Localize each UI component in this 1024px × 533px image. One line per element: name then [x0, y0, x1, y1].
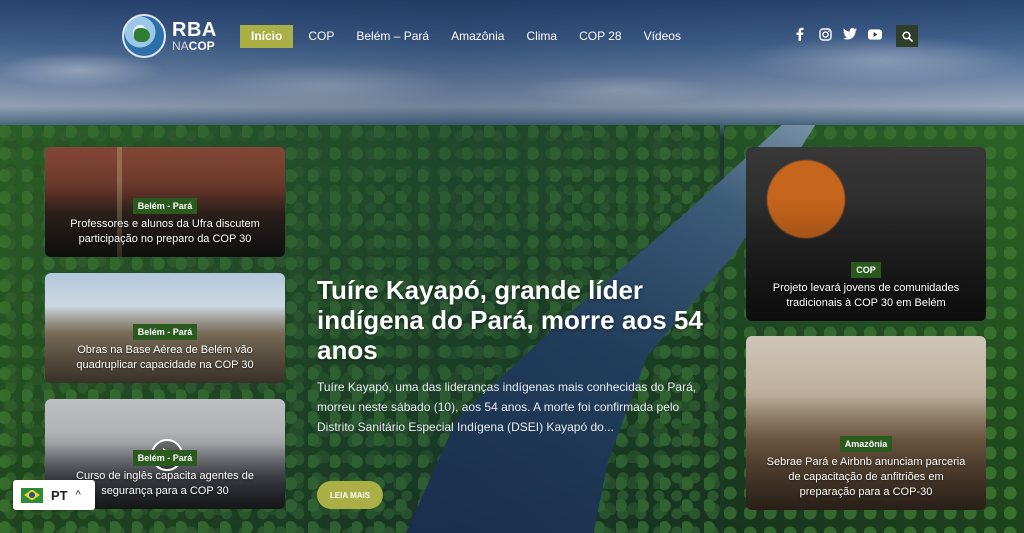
card-title[interactable]: Obras na Base Aérea de Belém vão quadrup… — [59, 343, 271, 373]
logo-name: RBA — [172, 19, 217, 41]
news-card-sebrae-airbnb[interactable]: Amazônia Sebrae Pará e Airbnb anunciam p… — [746, 336, 986, 510]
category-tag[interactable]: COP — [851, 262, 881, 278]
news-card-base-aerea[interactable]: Belém - Pará Obras na Base Aérea de Belé… — [45, 273, 285, 383]
read-more-button[interactable]: LEIA MAIS — [317, 481, 383, 509]
search-button[interactable] — [896, 25, 918, 47]
brazil-flag-icon — [21, 487, 43, 503]
card-content: Amazônia Sebrae Pará e Airbnb anunciam p… — [746, 434, 986, 500]
featured-excerpt: Tuíre Kayapó, uma das lideranças indígen… — [317, 380, 697, 434]
globe-logo-icon — [122, 14, 166, 58]
language-switcher[interactable]: PT ^ — [13, 480, 95, 510]
card-title[interactable]: Sebrae Pará e Airbnb anunciam parceria d… — [760, 455, 972, 500]
twitter-icon[interactable] — [843, 27, 857, 41]
site-logo[interactable]: RBA NACOP — [122, 14, 222, 58]
social-links — [793, 27, 882, 41]
language-code: PT — [51, 487, 68, 503]
card-title[interactable]: Projeto levará jovens de comunidades tra… — [760, 281, 972, 311]
nav-item-videos[interactable]: Vídeos — [633, 25, 692, 48]
category-tag[interactable]: Belém - Pará — [132, 324, 198, 340]
nav-item-belem-para[interactable]: Belém – Pará — [345, 25, 440, 48]
caret-up-icon: ^ — [75, 489, 81, 501]
featured-title[interactable]: Tuíre Kayapó, grande líder indígena do P… — [317, 275, 717, 365]
logo-subtitle: NACOP — [172, 39, 215, 53]
card-title[interactable]: Professores e alunos da Ufra discutem pa… — [59, 217, 271, 247]
category-tag[interactable]: Belém - Pará — [132, 450, 198, 466]
card-content: Belém - Pará Obras na Base Aérea de Belé… — [45, 322, 285, 373]
news-card-projeto-jovens[interactable]: COP Projeto levará jovens de comunidades… — [746, 147, 986, 321]
youtube-icon[interactable] — [868, 27, 882, 41]
search-icon — [901, 30, 913, 42]
main-nav: Início COP Belém – Pará Amazônia Clima C… — [240, 25, 692, 48]
category-tag[interactable]: Amazônia — [839, 436, 893, 452]
site-header: RBA NACOP Início COP Belém – Pará Amazôn… — [0, 0, 1024, 72]
nav-item-amazonia[interactable]: Amazônia — [440, 25, 515, 48]
card-content: COP Projeto levará jovens de comunidades… — [746, 260, 986, 311]
card-content: Belém - Pará Professores e alunos da Ufr… — [45, 196, 285, 247]
nav-item-clima[interactable]: Clima — [515, 25, 568, 48]
news-card-ufra[interactable]: Belém - Pará Professores e alunos da Ufr… — [45, 147, 285, 257]
nav-item-cop[interactable]: COP — [297, 25, 345, 48]
featured-article: Tuíre Kayapó, grande líder indígena do P… — [317, 275, 717, 437]
nav-item-inicio[interactable]: Início — [240, 25, 294, 48]
facebook-icon[interactable] — [793, 27, 807, 41]
logo-text: RBA NACOP — [172, 20, 217, 52]
nav-item-cop28[interactable]: COP 28 — [568, 25, 632, 48]
category-tag[interactable]: Belém - Pará — [132, 198, 198, 214]
instagram-icon[interactable] — [818, 27, 832, 41]
